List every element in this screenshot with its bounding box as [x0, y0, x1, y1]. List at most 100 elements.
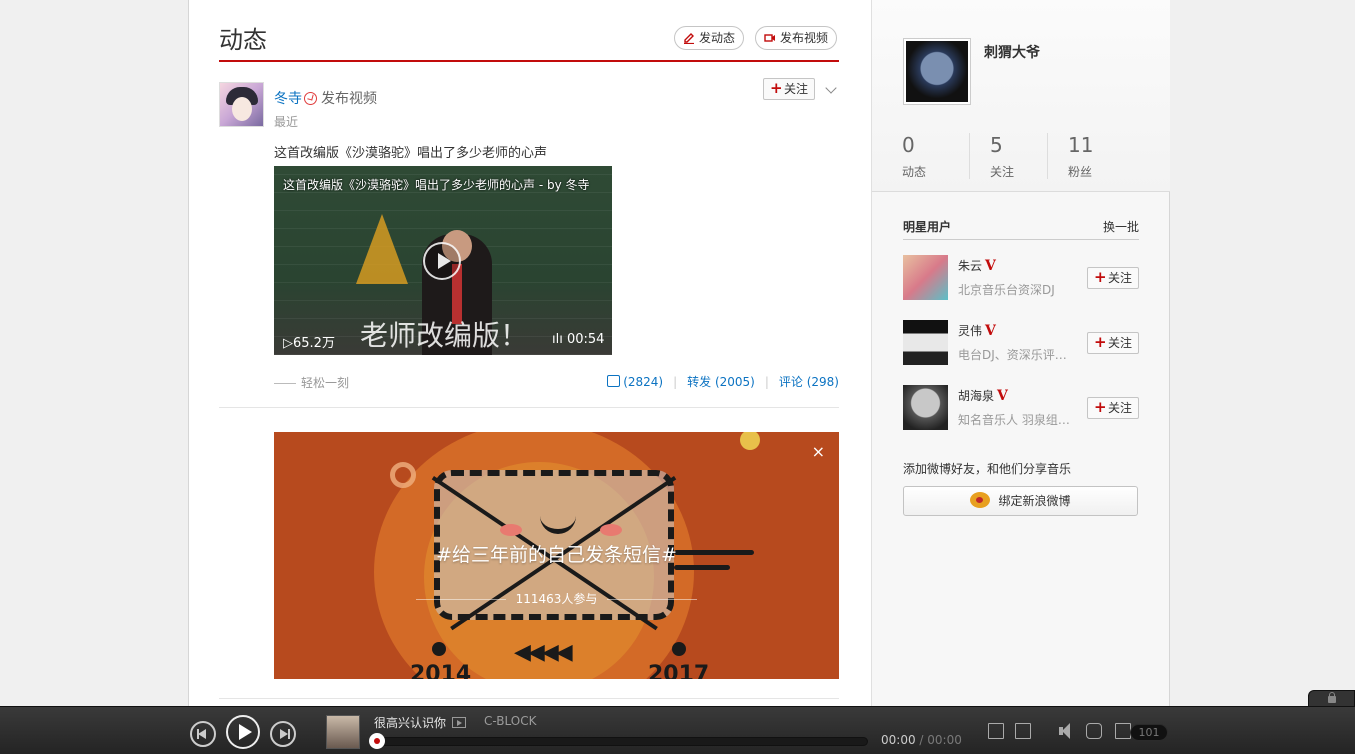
playlist-count[interactable]: 101: [1130, 724, 1168, 741]
progress-bar[interactable]: [370, 737, 868, 746]
star-user-item: 朱云V 北京音乐台资深DJ 关注: [903, 255, 1139, 301]
bind-weibo-label: 绑定新浪微博: [998, 494, 1071, 508]
star-users-title: 明星用户: [903, 220, 952, 234]
video-thumbnail[interactable]: 这首改编版《沙漠骆驼》唱出了多少老师的心声 - by 冬寺 老师改编版！ ▷65…: [274, 166, 612, 355]
follow-star-button[interactable]: 关注: [1087, 397, 1139, 419]
verified-v-icon: V: [985, 258, 996, 274]
stat-number: 11: [1068, 133, 1094, 157]
progress-knob[interactable]: [369, 733, 385, 749]
refresh-button[interactable]: 换一批: [1103, 218, 1139, 235]
star-avatar[interactable]: [903, 385, 948, 430]
star-avatar[interactable]: [903, 255, 948, 300]
profile-stats: 0 动态 5 关注 11 粉丝: [902, 133, 1142, 179]
participant-count: 111463人参与: [274, 590, 839, 607]
comment-button[interactable]: 评论 (298): [779, 375, 839, 389]
post-status-button[interactable]: 发动态: [674, 26, 745, 50]
star-name[interactable]: 胡海泉 V: [958, 387, 1008, 404]
artist-name[interactable]: C-BLOCK: [484, 714, 536, 728]
stat-following[interactable]: 5 关注: [969, 133, 1036, 179]
star-user-item: 胡海泉V 知名音乐人 羽泉组… 关注: [903, 385, 1139, 431]
divider: [219, 698, 839, 699]
star-users-header: 明星用户 换一批: [903, 218, 1139, 240]
stat-label: 粉丝: [1068, 165, 1093, 179]
page-container: 动态 发动态 发布视频 冬寺 发布视频 最近 关注 这首改编版《沙漠骆驼》唱出了多…: [188, 0, 1170, 754]
thumbs-up-icon: [607, 375, 621, 387]
year-start: 2014: [410, 662, 472, 679]
sidebar: 刺猬大爷 0 动态 5 关注 11 粉丝 明星用户 换一批 朱云 V 北京音乐台资深DJ…: [871, 0, 1170, 754]
follow-label: 关注: [784, 82, 809, 96]
stat-label: 关注: [990, 165, 1015, 179]
topic-banner[interactable]: ◀◀◀◀ 2014 2017 #给三年前的自己发条短信# 111463人参与 ×: [274, 432, 839, 679]
timeline-dot: [672, 642, 686, 656]
repost-button[interactable]: 转发 (2005): [687, 375, 755, 389]
post-video-button[interactable]: 发布视频: [755, 26, 838, 50]
previous-track-icon[interactable]: [190, 721, 216, 747]
post-video-label: 发布视频: [780, 31, 829, 45]
mv-icon[interactable]: [452, 717, 467, 728]
share-icon[interactable]: [1015, 723, 1031, 739]
follow-star-button[interactable]: 关注: [1087, 332, 1139, 354]
post-action: 发布视频: [321, 91, 377, 107]
volume-icon[interactable]: [1059, 723, 1075, 739]
rewind-arrows: ◀◀◀◀: [514, 640, 573, 665]
star-desc: 知名音乐人 羽泉组…: [958, 413, 1070, 427]
stat-label: 动态: [902, 165, 927, 179]
divider: [219, 407, 839, 408]
page-title: 动态: [219, 26, 267, 54]
profile-avatar[interactable]: [903, 38, 971, 105]
profile-card: 刺猬大爷 0 动态 5 关注 11 粉丝: [872, 0, 1170, 192]
ring-decoration: [390, 462, 416, 488]
add-to-playlist-icon[interactable]: [988, 723, 1004, 739]
star-user-item: 灵伟V 电台DJ、资深乐评… 关注: [903, 320, 1139, 366]
stat-number: 5: [990, 133, 1003, 157]
follow-author-button[interactable]: 关注: [763, 78, 816, 100]
weibo-prompt: 添加微博好友，和他们分享音乐: [903, 462, 1072, 476]
star-name[interactable]: 灵伟 V: [958, 322, 996, 339]
musician-badge-icon: [304, 92, 317, 105]
video-duration: ılı 00:54: [552, 332, 605, 347]
verified-v-icon: V: [985, 323, 996, 339]
star-name[interactable]: 朱云 V: [958, 257, 996, 274]
loop-icon[interactable]: [1086, 723, 1102, 739]
post-actions: (2824) | 转发 (2005) | 评论 (298): [607, 373, 839, 390]
chevron-down-icon[interactable]: [825, 82, 837, 94]
pencil-icon: [684, 33, 694, 44]
like-count: (2824): [623, 375, 664, 389]
playback-time: 00:00 / 00:00: [881, 733, 962, 747]
post-text: 这首改编版《沙漠骆驼》唱出了多少老师的心声: [274, 146, 548, 161]
stat-number: 0: [902, 133, 915, 157]
weibo-icon: [970, 492, 991, 508]
follow-star-button[interactable]: 关注: [1087, 267, 1139, 289]
video-caption: 老师改编版！: [360, 319, 529, 352]
stat-events[interactable]: 0 动态: [902, 133, 969, 179]
user-avatar[interactable]: [219, 82, 264, 127]
album-cover[interactable]: [326, 715, 360, 749]
star-desc: 电台DJ、资深乐评…: [958, 348, 1067, 362]
post-author-link[interactable]: 冬寺: [274, 91, 302, 107]
topic-tag: #给三年前的自己发条短信#: [436, 544, 677, 566]
song-title[interactable]: 很高兴认识你: [374, 714, 467, 731]
video-camera-icon: [764, 34, 775, 42]
profile-name[interactable]: 刺猬大爷: [984, 42, 1040, 62]
like-button[interactable]: (2824): [607, 375, 663, 389]
timeline-dot: [432, 642, 446, 656]
playlist-icon[interactable]: [1115, 723, 1131, 739]
play-pause-icon[interactable]: [226, 715, 260, 749]
post-time: 最近: [274, 115, 299, 129]
post-source: 轻松一刻: [274, 374, 349, 391]
play-icon[interactable]: [423, 242, 461, 280]
year-end: 2017: [648, 662, 710, 679]
dot-decoration: [740, 432, 760, 450]
stat-fans[interactable]: 11 粉丝: [1047, 133, 1114, 179]
post-author: 冬寺 发布视频: [274, 88, 377, 108]
bind-weibo-button[interactable]: 绑定新浪微博: [903, 486, 1138, 516]
lock-icon: [1328, 692, 1336, 703]
music-player-bar: 很高兴认识你 C-BLOCK 00:00 / 00:00 101: [0, 706, 1355, 754]
next-track-icon[interactable]: [270, 721, 296, 747]
video-play-count: ▷65.2万: [283, 336, 335, 351]
post-status-label: 发动态: [699, 31, 736, 45]
star-desc: 北京音乐台资深DJ: [958, 283, 1055, 297]
close-icon[interactable]: ×: [812, 442, 825, 461]
video-overlay-title: 这首改编版《沙漠骆驼》唱出了多少老师的心声 - by 冬寺: [283, 178, 590, 192]
star-avatar[interactable]: [903, 320, 948, 365]
